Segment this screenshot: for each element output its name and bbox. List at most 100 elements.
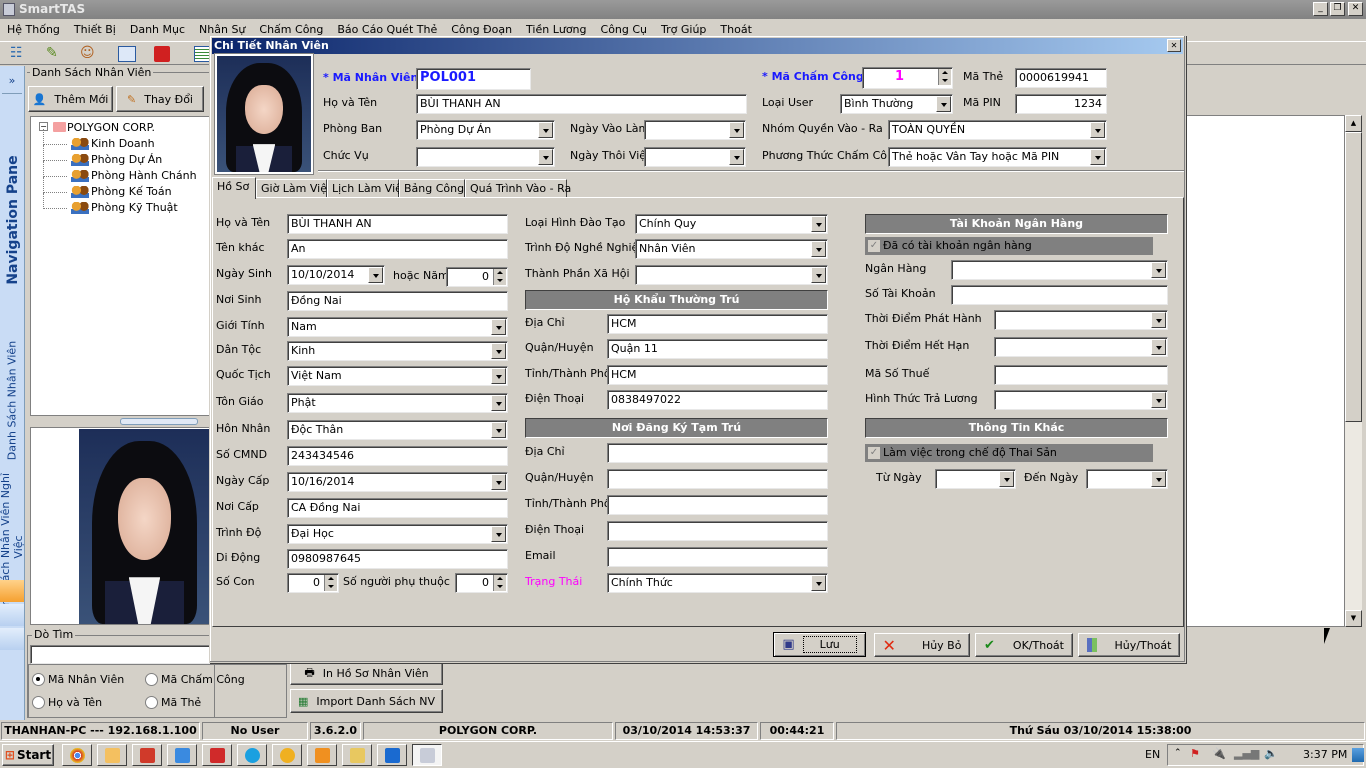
taskbar-app-button[interactable]: [97, 744, 127, 766]
dialog-profile-permanent-0-input[interactable]: HCM: [607, 314, 828, 334]
dialog-profile-bank-0-dropdown[interactable]: [951, 260, 1168, 280]
taskbar-app-button[interactable]: [167, 744, 197, 766]
scroll-thumb[interactable]: [1345, 132, 1362, 422]
chevron-down-icon[interactable]: [491, 395, 506, 411]
dialog-profile-col1-11-input[interactable]: CA Đồng Nai: [287, 498, 508, 518]
tab-0[interactable]: Hồ Sơ: [212, 177, 256, 199]
dialog-profile-temporary-4-input[interactable]: [607, 547, 828, 567]
tree-item-department[interactable]: Phòng Hành Chánh: [91, 169, 197, 182]
nav-pane-button[interactable]: [0, 604, 24, 626]
taskbar-app-button[interactable]: [307, 744, 337, 766]
list-icon[interactable]: [194, 46, 210, 62]
taskbar-app-button[interactable]: [237, 744, 267, 766]
tree-root-polygon[interactable]: POLYGON CORP.: [67, 121, 155, 134]
expand-nav-button[interactable]: »: [2, 70, 22, 94]
dialog-profile-temporary-3-input[interactable]: [607, 521, 828, 541]
dialog-profile-col1-16-spinner[interactable]: 0: [455, 573, 508, 593]
edit-employee-button[interactable]: ✎ Thay Đổi: [116, 86, 204, 112]
dialog-header-5-dropdown[interactable]: [644, 147, 746, 167]
tray-expand-icon[interactable]: ⌃: [1174, 748, 1182, 758]
language-indicator[interactable]: EN: [1145, 748, 1160, 762]
dialog-profile-maternity-1-dropdown[interactable]: [1086, 469, 1168, 489]
start-button[interactable]: ⊞ Start: [2, 744, 54, 766]
cancel-exit-button[interactable]: Hủy/Thoát: [1078, 633, 1180, 657]
taskbar-app-button[interactable]: [342, 744, 372, 766]
tree-item-department[interactable]: Phòng Dự Án: [91, 153, 162, 166]
dialog-profile-col1-10-dropdown[interactable]: 10/16/2014: [287, 472, 508, 492]
print-profile-button[interactable]: 🖶 In Hồ Sơ Nhân Viên: [290, 662, 443, 685]
save-button[interactable]: ▣ Lưu: [773, 632, 866, 657]
chevron-down-icon[interactable]: [1151, 392, 1166, 408]
tab-1[interactable]: Giờ Làm Việc: [256, 179, 333, 198]
chevron-down-icon[interactable]: [538, 122, 553, 138]
dialog-header-10-dropdown[interactable]: TOÀN QUYỀN: [888, 120, 1107, 140]
dialog-header-2-dropdown[interactable]: Phòng Dự Án: [416, 120, 555, 140]
chevron-down-icon[interactable]: [936, 96, 951, 112]
chevron-down-icon[interactable]: [729, 149, 744, 165]
chevron-down-icon[interactable]: [811, 575, 826, 591]
taskbar-app-button[interactable]: [202, 744, 232, 766]
chevron-down-icon[interactable]: [491, 526, 506, 542]
action-center-flag-icon[interactable]: ⚑: [1190, 747, 1200, 760]
dialog-profile-col1-9-input[interactable]: 243434546: [287, 446, 508, 466]
user-check-icon[interactable]: ☺: [80, 45, 100, 63]
taskbar-app-button[interactable]: [412, 744, 442, 766]
spinner-arrows[interactable]: [493, 269, 506, 285]
chevron-down-icon[interactable]: [491, 319, 506, 335]
has-bank-account-checkbox[interactable]: Đã có tài khoản ngân hàng: [865, 237, 1153, 255]
taskbar-app-button[interactable]: [272, 744, 302, 766]
chevron-down-icon[interactable]: [491, 368, 506, 384]
dialog-header-8-input[interactable]: 0000619941: [1015, 68, 1107, 88]
dialog-close-button[interactable]: ✕: [1167, 39, 1181, 52]
dialog-header-3-dropdown[interactable]: [416, 147, 555, 167]
tab-4[interactable]: Quá Trình Vào - Ra: [465, 179, 571, 198]
chevron-down-icon[interactable]: [1090, 122, 1105, 138]
chevron-down-icon[interactable]: [999, 471, 1014, 487]
tree-item-department[interactable]: Kinh Doanh: [91, 137, 155, 150]
dialog-profile-permanent-1-input[interactable]: Quận 11: [607, 339, 828, 359]
import-list-button[interactable]: ▦ Import Danh Sách NV: [290, 689, 443, 713]
chevron-down-icon[interactable]: [1151, 471, 1166, 487]
tab-3[interactable]: Bảng Công: [399, 179, 465, 198]
tab-2[interactable]: Lịch Làm Việc: [327, 179, 408, 198]
dialog-profile-col1-2-dropdown[interactable]: 10/10/2014: [287, 265, 385, 285]
tree-item-department[interactable]: Phòng Kế Toán: [91, 185, 172, 198]
cancel-button[interactable]: ✕ Hủy Bỏ: [874, 633, 970, 657]
dialog-profile-col2-1-dropdown[interactable]: Nhân Viên: [635, 239, 828, 259]
dialog-profile-bank-5-dropdown[interactable]: [994, 390, 1168, 410]
dialog-profile-status-dropdown[interactable]: Chính Thức: [607, 573, 828, 593]
spinner-arrows[interactable]: [938, 69, 951, 85]
add-employee-button[interactable]: 👤 Thêm Mới: [28, 86, 113, 112]
chevron-down-icon[interactable]: [811, 241, 826, 257]
restore-button[interactable]: ❐: [1330, 2, 1345, 16]
dialog-header-7-dropdown[interactable]: Bình Thường: [840, 94, 953, 114]
chevron-down-icon[interactable]: [538, 149, 553, 165]
dialog-profile-col1-12-dropdown[interactable]: Đại Học: [287, 524, 508, 544]
dialog-profile-col1-14-spinner[interactable]: 0: [287, 573, 339, 593]
scroll-up-button[interactable]: ▲: [1345, 115, 1362, 132]
chevron-down-icon[interactable]: [1151, 312, 1166, 328]
dialog-profile-temporary-2-input[interactable]: [607, 495, 828, 515]
spinner-arrows[interactable]: [493, 575, 506, 591]
radio-full-name[interactable]: Họ và Tên: [32, 696, 102, 709]
splitter-handle[interactable]: [120, 418, 198, 425]
spinner-arrows[interactable]: [324, 575, 337, 591]
chevron-down-icon[interactable]: [1090, 149, 1105, 165]
chevron-down-icon[interactable]: [729, 122, 744, 138]
nav-item-employee-list[interactable]: Danh Sách Nhân Viên: [6, 335, 19, 467]
taskbar-app-button[interactable]: [62, 744, 92, 766]
dialog-header-4-dropdown[interactable]: [644, 120, 746, 140]
dialog-header-0-input[interactable]: POL001: [416, 68, 531, 90]
dialog-profile-col1-13-input[interactable]: 0980987645: [287, 549, 508, 569]
taskbar-app-button[interactable]: [132, 744, 162, 766]
chevron-down-icon[interactable]: [491, 422, 506, 438]
clock[interactable]: 3:37 PM: [1303, 748, 1347, 761]
menu-item-1[interactable]: Thiết Bị: [74, 20, 116, 40]
dialog-profile-col1-6-dropdown[interactable]: Việt Nam: [287, 366, 508, 386]
dialog-profile-bank-1-input[interactable]: [951, 285, 1168, 305]
menu-item-0[interactable]: Hệ Thống: [7, 20, 60, 40]
dialog-profile-bank-4-input[interactable]: [994, 365, 1168, 385]
nav-pane-button-orange[interactable]: [0, 580, 24, 602]
chevron-down-icon[interactable]: [1151, 339, 1166, 355]
chevron-down-icon[interactable]: [811, 267, 826, 283]
